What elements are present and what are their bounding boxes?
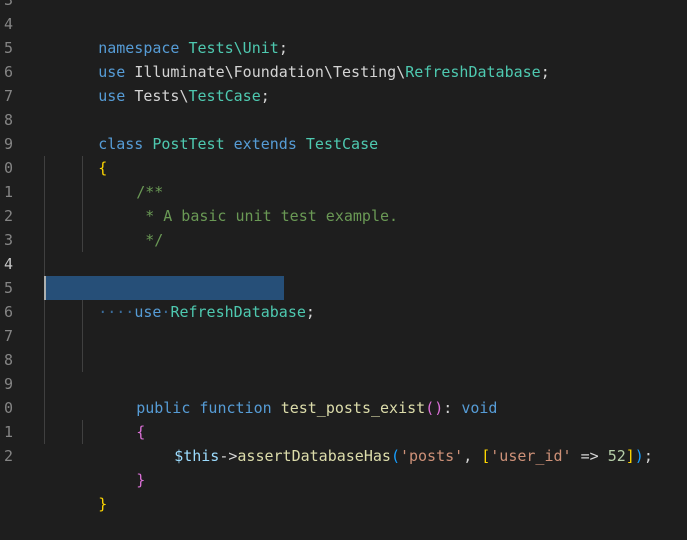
line-number: 7 xyxy=(3,327,13,345)
code-line-docblock-open: /** xyxy=(136,183,164,201)
line-number-active: 4 xyxy=(3,255,13,273)
code-line-class-close-brace: } xyxy=(98,495,108,513)
code-line-use-trait: ····use·RefreshDatabase; xyxy=(98,303,315,321)
code-editor[interactable]: 3 4 5 6 7 8 9 0 1 2 3 4 5 6 7 8 9 0 1 2 … xyxy=(0,0,687,513)
code-line-function-declaration: public function test_posts_exist(): void xyxy=(136,399,498,417)
code-area[interactable]: namespace Tests\Unit; use Illuminate\Fou… xyxy=(44,0,687,513)
line-number: 6 xyxy=(3,63,13,81)
line-number: 1 xyxy=(3,423,13,441)
code-line-function-close-brace: } xyxy=(136,471,146,489)
line-number: 0 xyxy=(3,399,13,417)
line-number: 0 xyxy=(3,159,13,177)
line-number: 5 xyxy=(3,39,13,57)
code-line-docblock-text: * A basic unit test example. xyxy=(145,207,399,225)
line-number: 1 xyxy=(3,183,13,201)
code-line-docblock-close: */ xyxy=(145,231,164,249)
line-number: 2 xyxy=(3,207,13,225)
line-number: 6 xyxy=(3,303,13,321)
line-number: 9 xyxy=(3,135,13,153)
code-line-use-refreshdatabase: use Illuminate\Foundation\Testing\Refres… xyxy=(98,63,550,81)
line-number: 8 xyxy=(3,111,13,129)
line-number: 2 xyxy=(3,447,13,465)
line-number: 9 xyxy=(3,375,13,393)
code-line-assert-call: $this->assertDatabaseHas('posts', ['user… xyxy=(174,447,653,465)
code-line-class-open-brace: { xyxy=(98,159,108,177)
code-line-class-declaration: class PostTest extends TestCase xyxy=(98,135,379,153)
code-line-function-open-brace: { xyxy=(136,423,146,441)
line-number: 7 xyxy=(3,87,13,105)
line-number: 3 xyxy=(3,0,13,9)
line-number: 4 xyxy=(3,15,13,33)
code-line-use-testcase: use Tests\TestCase; xyxy=(98,87,270,105)
code-line-namespace: namespace Tests\Unit; xyxy=(98,39,288,57)
line-number-gutter: 3 4 5 6 7 8 9 0 1 2 3 4 5 6 7 8 9 0 1 2 xyxy=(0,0,24,503)
line-number: 3 xyxy=(3,231,13,249)
line-number: 8 xyxy=(3,351,13,369)
line-number: 5 xyxy=(3,279,13,297)
